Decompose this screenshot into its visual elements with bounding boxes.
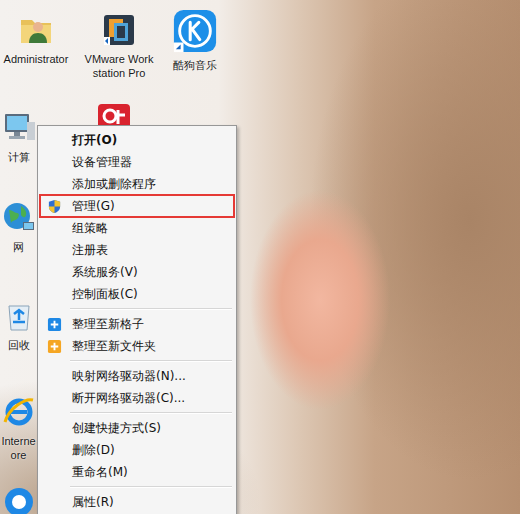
desktop-icon[interactable]: 酷狗音乐 xyxy=(160,8,230,72)
menu-item[interactable]: 注册表 xyxy=(40,239,234,261)
desktop-icon-label: Interne ore xyxy=(0,434,37,462)
desktop-icon-label: 网 xyxy=(0,240,37,254)
menu-item[interactable]: 设备管理器 xyxy=(40,151,234,173)
menu-item[interactable]: 创建快捷方式(S) xyxy=(40,417,234,439)
desktop: Administrator VMware Workstation Pro 酷狗音乐计… xyxy=(0,0,520,514)
menu-item[interactable]: 属性(R) xyxy=(40,491,234,513)
plus-icon xyxy=(47,339,62,354)
menu-item[interactable]: 添加或删除程序 xyxy=(40,173,234,195)
user-folder-icon xyxy=(18,12,54,48)
desktop-icon-label: VMware Workstation Pro xyxy=(82,52,156,80)
menu-separator xyxy=(70,305,232,313)
menu-item[interactable]: 组策略 xyxy=(40,217,234,239)
menu-item[interactable]: 管理(G) xyxy=(40,195,234,217)
internet-explorer-icon xyxy=(1,394,37,430)
menu-separator xyxy=(70,357,232,365)
menu-item[interactable]: 重命名(M) xyxy=(40,461,234,483)
menu-separator xyxy=(70,409,232,417)
desktop-icon-label: 计算 xyxy=(0,150,37,164)
desktop-icon[interactable]: Interne ore xyxy=(0,394,37,462)
menu-item[interactable]: 控制面板(C) xyxy=(40,283,234,305)
vmware-icon xyxy=(101,12,137,48)
menu-separator xyxy=(70,483,232,491)
recycle-bin-icon xyxy=(1,298,37,334)
menu-item[interactable]: 映射网络驱动器(N)... xyxy=(40,365,234,387)
desktop-icon-label: Administrator xyxy=(0,52,72,66)
menu-item[interactable]: 删除(D) xyxy=(40,439,234,461)
desktop-icon[interactable]: VMware Workstation Pro xyxy=(82,12,156,80)
desktop-icon[interactable]: 回收 xyxy=(0,298,37,352)
app-icon xyxy=(1,484,37,514)
desktop-icon[interactable]: 计算 xyxy=(0,110,37,164)
desktop-icon-label: 回收 xyxy=(0,338,37,352)
network-globe-icon xyxy=(1,200,37,236)
menu-item[interactable]: 系统服务(V) xyxy=(40,261,234,283)
desktop-icon[interactable]: 网 xyxy=(0,200,37,254)
computer-icon xyxy=(1,110,37,146)
context-menu: 打开(O)设备管理器添加或删除程序管理(G)组策略注册表系统服务(V)控制面板(… xyxy=(37,125,237,514)
menu-item[interactable]: 整理至新格子 xyxy=(40,313,234,335)
plus-icon xyxy=(47,317,62,332)
menu-item[interactable]: 打开(O) xyxy=(40,129,234,151)
shield-icon xyxy=(47,199,62,214)
kugou-icon xyxy=(172,8,218,54)
menu-item[interactable]: 整理至新文件夹 xyxy=(40,335,234,357)
desktop-icon[interactable]: Administrator xyxy=(0,12,72,66)
desktop-icon[interactable] xyxy=(2,484,36,514)
menu-item[interactable]: 断开网络驱动器(C)... xyxy=(40,387,234,409)
desktop-icon-label: 酷狗音乐 xyxy=(160,58,230,72)
